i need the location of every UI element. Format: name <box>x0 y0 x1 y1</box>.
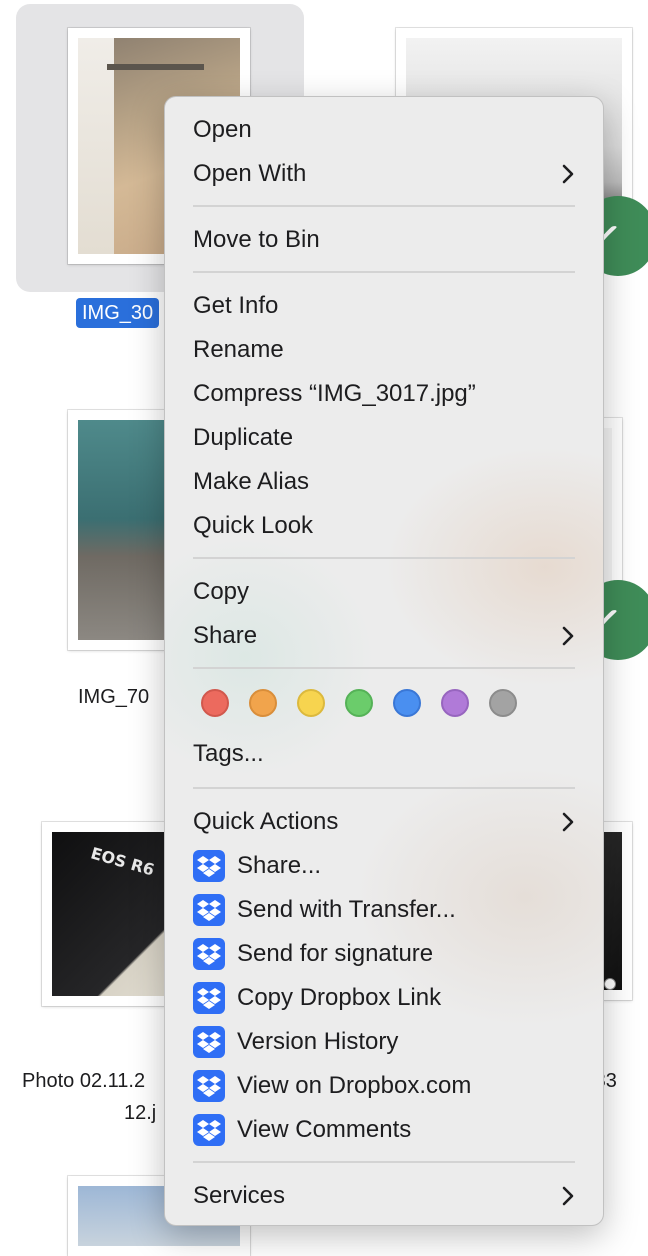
dropbox-icon <box>193 938 225 970</box>
menu-item-label: Copy <box>193 578 250 605</box>
menu-item-label: Send for signature <box>237 940 434 967</box>
menu-item-tags[interactable]: Tags... <box>165 732 603 776</box>
chevron-right-icon <box>561 625 575 647</box>
menu-item-label: View on Dropbox.com <box>237 1072 472 1099</box>
menu-separator <box>193 271 575 273</box>
menu-item-share[interactable]: Share <box>165 614 603 658</box>
menu-item-make-alias[interactable]: Make Alias <box>165 460 603 504</box>
menu-item-version-history[interactable]: Version History <box>165 1020 603 1064</box>
menu-item-label: Get Info <box>193 292 279 319</box>
menu-item-label: Compress “IMG_3017.jpg” <box>193 380 476 407</box>
tag-gray-dot[interactable] <box>489 689 517 717</box>
chevron-right-icon <box>561 163 575 185</box>
menu-item-label: Make Alias <box>193 468 310 495</box>
menu-item-open-with[interactable]: Open With <box>165 152 603 196</box>
menu-item-label: Open With <box>193 160 307 187</box>
status-dot <box>604 978 616 990</box>
menu-item-get-info[interactable]: Get Info <box>165 284 603 328</box>
menu-separator <box>193 667 575 669</box>
file-label[interactable]: Photo 02.11.2 <box>22 1070 145 1093</box>
dropbox-icon <box>193 1070 225 1102</box>
dropbox-icon <box>193 1026 225 1058</box>
chevron-right-icon <box>561 1185 575 1207</box>
menu-separator <box>193 787 575 789</box>
menu-item-label: Duplicate <box>193 424 294 451</box>
menu-item-label: Tags... <box>193 740 264 767</box>
tag-orange-dot[interactable] <box>249 689 277 717</box>
menu-item-label: Services <box>193 1182 286 1209</box>
dropbox-icon <box>193 850 225 882</box>
tag-blue-dot[interactable] <box>393 689 421 717</box>
menu-item-services[interactable]: Services <box>165 1174 603 1218</box>
menu-item-label: Rename <box>193 336 284 363</box>
tag-green-dot[interactable] <box>345 689 373 717</box>
menu-item-copy[interactable]: Copy <box>165 570 603 614</box>
dropbox-icon <box>193 982 225 1014</box>
tag-purple-dot[interactable] <box>441 689 469 717</box>
menu-item-label: Quick Actions <box>193 808 339 835</box>
file-label-selected[interactable]: IMG_30 <box>76 298 160 328</box>
camera-box-print: EOS R6 <box>88 843 157 880</box>
menu-item-rename[interactable]: Rename <box>165 328 603 372</box>
menu-item-label: Quick Look <box>193 512 314 539</box>
menu-item-dropbox-share[interactable]: Share... <box>165 844 603 888</box>
menu-separator <box>193 557 575 559</box>
menu-item-compress[interactable]: Compress “IMG_3017.jpg” <box>165 372 603 416</box>
menu-item-label: Move to Bin <box>193 226 320 253</box>
file-label[interactable]: IMG_70 <box>78 686 149 709</box>
menu-item-view-on-dropbox[interactable]: View on Dropbox.com <box>165 1064 603 1108</box>
context-menu: Open Open With Move to Bin Get Info Rena… <box>164 96 604 1226</box>
menu-item-label: Version History <box>237 1028 399 1055</box>
dropbox-icon <box>193 1114 225 1146</box>
tag-red-dot[interactable] <box>201 689 229 717</box>
menu-separator <box>193 205 575 207</box>
menu-item-send-for-signature[interactable]: Send for signature <box>165 932 603 976</box>
menu-item-label: View Comments <box>237 1116 412 1143</box>
menu-item-move-to-bin[interactable]: Move to Bin <box>165 218 603 262</box>
menu-item-label: Copy Dropbox Link <box>237 984 442 1011</box>
menu-item-send-with-transfer[interactable]: Send with Transfer... <box>165 888 603 932</box>
menu-item-duplicate[interactable]: Duplicate <box>165 416 603 460</box>
menu-item-copy-dropbox-link[interactable]: Copy Dropbox Link <box>165 976 603 1020</box>
menu-item-quick-look[interactable]: Quick Look <box>165 504 603 548</box>
tag-color-row <box>165 681 603 725</box>
dropbox-icon <box>193 894 225 926</box>
menu-item-label: Send with Transfer... <box>237 896 456 923</box>
menu-item-label: Open <box>193 116 252 143</box>
menu-item-label: Share <box>193 622 258 649</box>
menu-item-view-comments[interactable]: View Comments <box>165 1108 603 1152</box>
file-label[interactable]: 12.j <box>124 1102 156 1125</box>
menu-item-open[interactable]: Open <box>165 108 603 152</box>
menu-separator <box>193 1161 575 1163</box>
chevron-right-icon <box>561 811 575 833</box>
tag-yellow-dot[interactable] <box>297 689 325 717</box>
menu-item-label: Share... <box>237 852 322 879</box>
menu-item-quick-actions[interactable]: Quick Actions <box>165 800 603 844</box>
